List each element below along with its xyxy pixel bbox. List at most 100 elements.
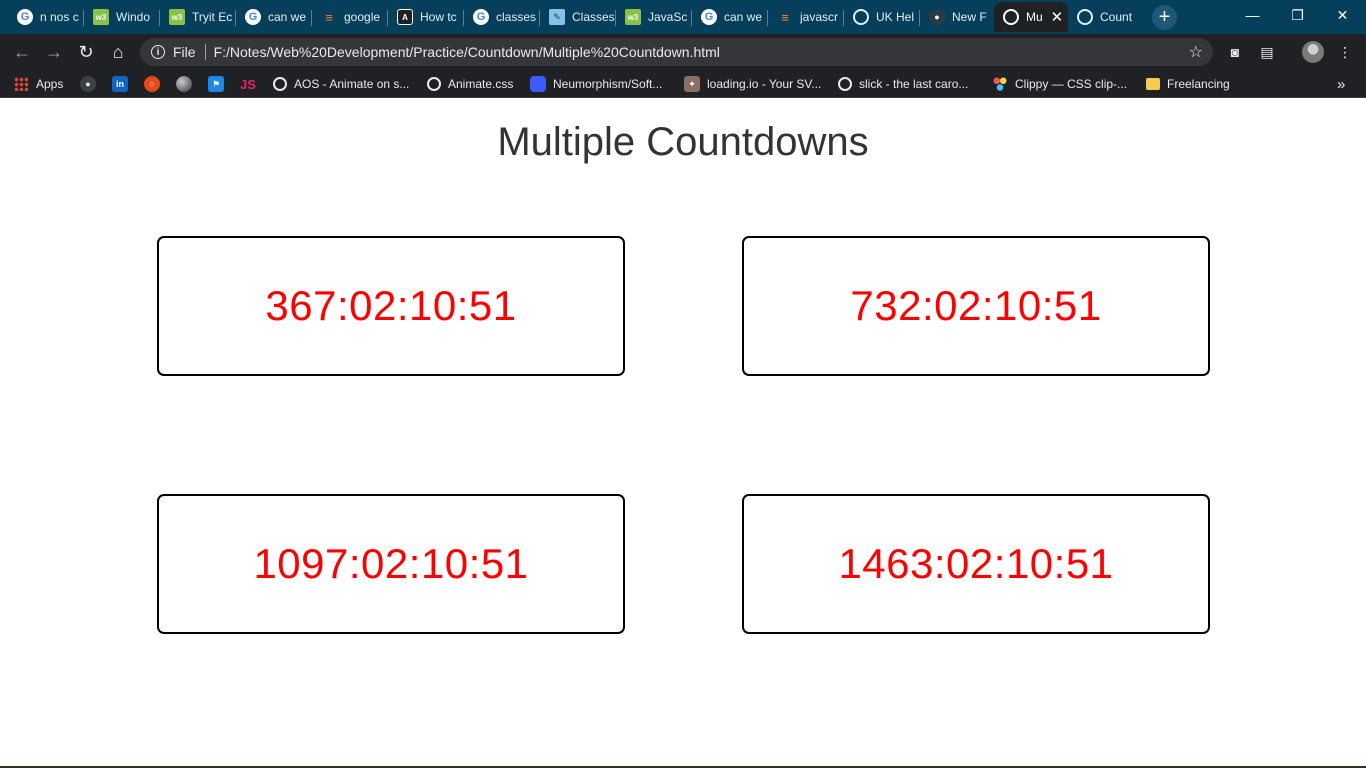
reload-button[interactable]: ↻: [71, 37, 101, 67]
tab[interactable]: G can we: [692, 2, 768, 32]
w3schools-icon: w3: [625, 9, 641, 25]
tab-title: javascr: [800, 10, 839, 24]
home-icon: ⌂: [112, 41, 124, 62]
bookmark-apps[interactable]: Apps: [14, 75, 63, 93]
browser-toolbar: ← → ↻ ⌂ i File F:/Notes/Web%20Developmen…: [0, 34, 1366, 70]
tab[interactable]: ≡ google: [312, 2, 388, 32]
tab-title: n nos c: [40, 10, 79, 24]
github-icon: ●: [929, 9, 945, 25]
address-bar[interactable]: i File F:/Notes/Web%20Development/Practi…: [140, 38, 1213, 66]
bookmark-linkedin[interactable]: in: [112, 75, 128, 93]
bookmark-github[interactable]: ●: [80, 75, 96, 93]
tab[interactable]: ≡ javascr: [768, 2, 844, 32]
page-title: Multiple Countdowns: [497, 120, 869, 164]
divider: [204, 44, 206, 60]
tab[interactable]: w3 Windo: [84, 2, 160, 32]
star-icon[interactable]: ☆: [1189, 42, 1203, 62]
new-tab-button[interactable]: +: [1152, 5, 1177, 30]
angular-icon: A: [397, 9, 413, 25]
tab[interactable]: ● New F: [920, 2, 994, 32]
close-window-button[interactable]: ✕: [1320, 0, 1365, 30]
bookmark-flag[interactable]: ⚑: [208, 75, 224, 93]
w3schools-icon: w3: [169, 9, 185, 25]
tab-strip: G n nos c w3 Windo w3 Tryit Ec G can we …: [0, 0, 1366, 34]
tab-title: google: [344, 10, 381, 24]
google-icon: G: [245, 9, 261, 25]
back-button[interactable]: ←: [7, 37, 37, 67]
tab-title: Windo: [116, 10, 151, 24]
countdown-box: 732:02:10:51: [742, 236, 1210, 376]
avatar[interactable]: [1302, 41, 1324, 63]
bookmark-label: slick - the last caro...: [859, 77, 969, 91]
google-icon: G: [701, 9, 717, 25]
bookmark-label: loading.io - Your SV...: [707, 77, 822, 91]
tab[interactable]: w3 JavaSc: [616, 2, 692, 32]
bookmark-item[interactable]: Animate.css: [427, 75, 513, 93]
globe-icon: [427, 77, 441, 91]
countdown-box: 1463:02:10:51: [742, 494, 1210, 634]
minimize-icon: —: [1245, 7, 1260, 23]
apps-grid-icon: [14, 77, 28, 91]
bookmark-item[interactable]: ✦ loading.io - Your SV...: [684, 75, 821, 93]
bookmarks-overflow-button[interactable]: »: [1337, 75, 1345, 93]
bookmark-circle[interactable]: ○: [144, 75, 160, 93]
tab[interactable]: Count: [1068, 2, 1144, 32]
tab[interactable]: w3 Tryit Ec: [160, 2, 236, 32]
tab-title: can we: [268, 10, 307, 24]
globe-icon: [1077, 9, 1093, 25]
tab[interactable]: G n nos c: [8, 2, 84, 32]
arrow-left-icon: ←: [13, 41, 31, 62]
linkedin-icon: in: [112, 76, 128, 92]
tab-title: JavaSc: [648, 10, 688, 24]
camera-icon[interactable]: ◙: [1226, 43, 1244, 61]
w3schools-icon: w3: [93, 9, 109, 25]
bookmark-item[interactable]: Neumorphism/Soft...: [530, 75, 662, 93]
loading-io-icon: ✦: [684, 76, 700, 92]
bookmark-js[interactable]: JS: [240, 75, 256, 93]
bookmark-item[interactable]: slick - the last caro...: [838, 75, 968, 93]
url-text[interactable]: F:/Notes/Web%20Development/Practice/Coun…: [214, 44, 720, 60]
clippy-icon: [992, 76, 1008, 92]
globe-icon: [1003, 9, 1019, 25]
stackoverflow-icon: ≡: [781, 9, 789, 25]
bookmark-folder[interactable]: Freelancing: [1146, 75, 1230, 93]
bookmark-label: Apps: [36, 77, 64, 91]
bookmark-sphere[interactable]: [176, 75, 192, 93]
extension-icon[interactable]: ▤: [1258, 43, 1276, 61]
minimize-button[interactable]: —: [1230, 0, 1275, 30]
chevron-double-right-icon: »: [1337, 75, 1346, 93]
reload-icon: ↻: [78, 41, 94, 62]
restore-button[interactable]: ❐: [1275, 0, 1320, 30]
close-icon[interactable]: ✕: [1051, 8, 1064, 26]
menu-dots-icon[interactable]: ⋮: [1336, 43, 1354, 61]
home-button[interactable]: ⌂: [103, 37, 133, 67]
forward-button[interactable]: →: [39, 37, 69, 67]
tab-title: Tryit Ec: [192, 10, 233, 24]
bookmark-item[interactable]: AOS - Animate on s...: [273, 75, 409, 93]
info-icon[interactable]: i: [151, 45, 165, 59]
bookmark-item[interactable]: Clippy — CSS clip-...: [992, 75, 1127, 93]
bookmark-label: Animate.css: [448, 77, 514, 91]
tab-title: classes: [496, 10, 537, 24]
google-icon: G: [473, 9, 489, 25]
tab[interactable]: UK Hel: [844, 2, 920, 32]
close-icon: ✕: [1336, 6, 1349, 23]
restore-icon: ❐: [1291, 6, 1304, 23]
countdown-box: 367:02:10:51: [157, 236, 625, 376]
bookmarks-bar: Apps ● in ○ ⚑ JS AOS - Animate on s... A…: [0, 70, 1366, 98]
tab[interactable]: G can we: [236, 2, 312, 32]
tab[interactable]: ✎ Classes: [540, 2, 616, 32]
tab[interactable]: A How tc: [388, 2, 464, 32]
bookmark-label: Freelancing: [1167, 77, 1230, 91]
countdown-time: 1097:02:10:51: [253, 540, 529, 587]
globe-icon: [838, 77, 852, 91]
tab-title: Classes: [572, 10, 615, 24]
tab-title: New F: [952, 10, 987, 24]
globe-icon: [853, 9, 869, 25]
tab-active[interactable]: Mu ✕: [994, 2, 1068, 32]
tab-title: How tc: [420, 10, 457, 24]
countdown-time: 732:02:10:51: [850, 282, 1102, 329]
tab[interactable]: G classes: [464, 2, 540, 32]
arrow-right-icon: →: [45, 41, 63, 62]
js-icon: JS: [240, 76, 256, 92]
